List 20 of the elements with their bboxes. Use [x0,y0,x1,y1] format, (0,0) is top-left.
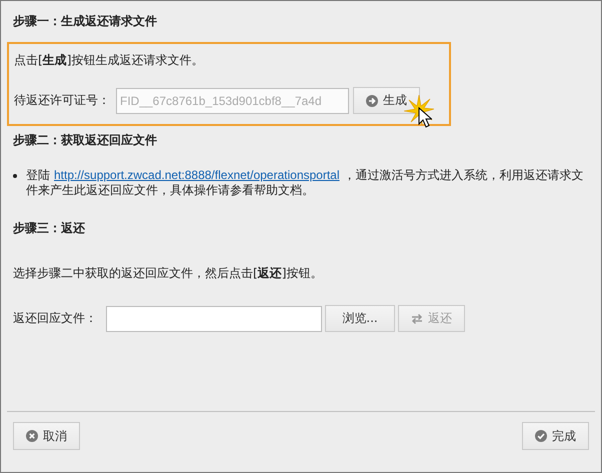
arrow-icon [366,94,378,106]
portal-link[interactable]: http://support.zwcad.net:8888/flexnet/operationsportal [54,168,340,182]
cancel-icon [26,430,38,442]
cancel-button[interactable]: 取消 [13,422,80,450]
check-icon [535,430,547,442]
browse-button[interactable]: 浏览... [325,305,395,332]
field-label: 返还回应文件： [13,310,97,327]
cursor-icon [418,107,432,129]
step-title: 步骤二：获取返还回应文件 [12,132,158,149]
field-label: 待返还许可证号： [14,92,110,109]
generate-button[interactable]: 生成 [353,87,420,114]
instruction-text: 选择步骤二中获取的返还回应文件，然后点击[返还]按钮。 [12,265,324,282]
instruction-text: 登陆 http://support.zwcad.net:8888/flexnet/operationsportal ，通过激活号方式进入系统，利用返还请求文件来产生此返还回应文件，具体操作请参看帮助文档。 [26,168,585,198]
step-title: 步骤三：返还 [12,220,86,237]
bullet-icon [13,174,17,178]
finish-button[interactable]: 完成 [522,422,589,450]
step-title: 步骤一：生成返还请求文件 [12,13,158,30]
instruction-text: 点击[生成]按钮生成返还请求文件。 [14,52,204,69]
file-field[interactable] [106,306,322,332]
swap-arrows-icon [411,312,423,324]
